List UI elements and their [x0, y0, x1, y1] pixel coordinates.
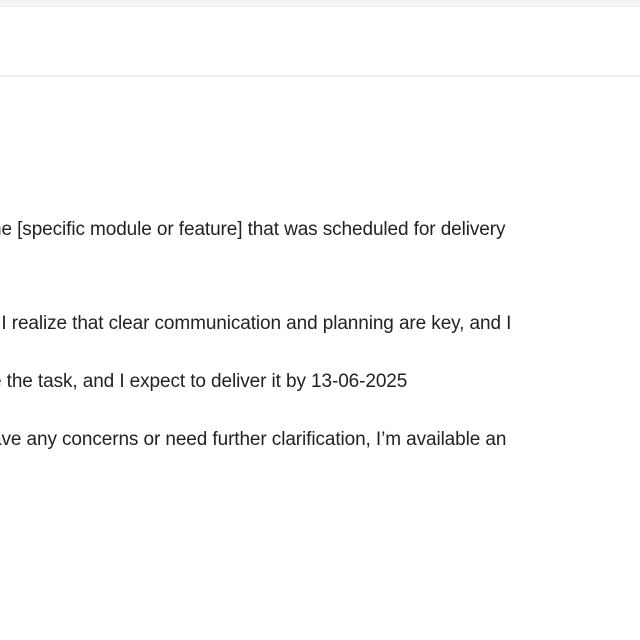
- body-line: t I realize that clear communication and…: [0, 313, 512, 334]
- window-top-strip: [0, 0, 640, 7]
- body-line: he [specific module or feature] that was…: [0, 219, 506, 240]
- email-body-text[interactable]: he [specific module or feature] that was…: [0, 78, 640, 640]
- body-line: e the task, and I expect to deliver it b…: [0, 371, 408, 392]
- compose-header-bar: [0, 7, 640, 77]
- body-line: ave any concerns or need further clarifi…: [0, 429, 507, 450]
